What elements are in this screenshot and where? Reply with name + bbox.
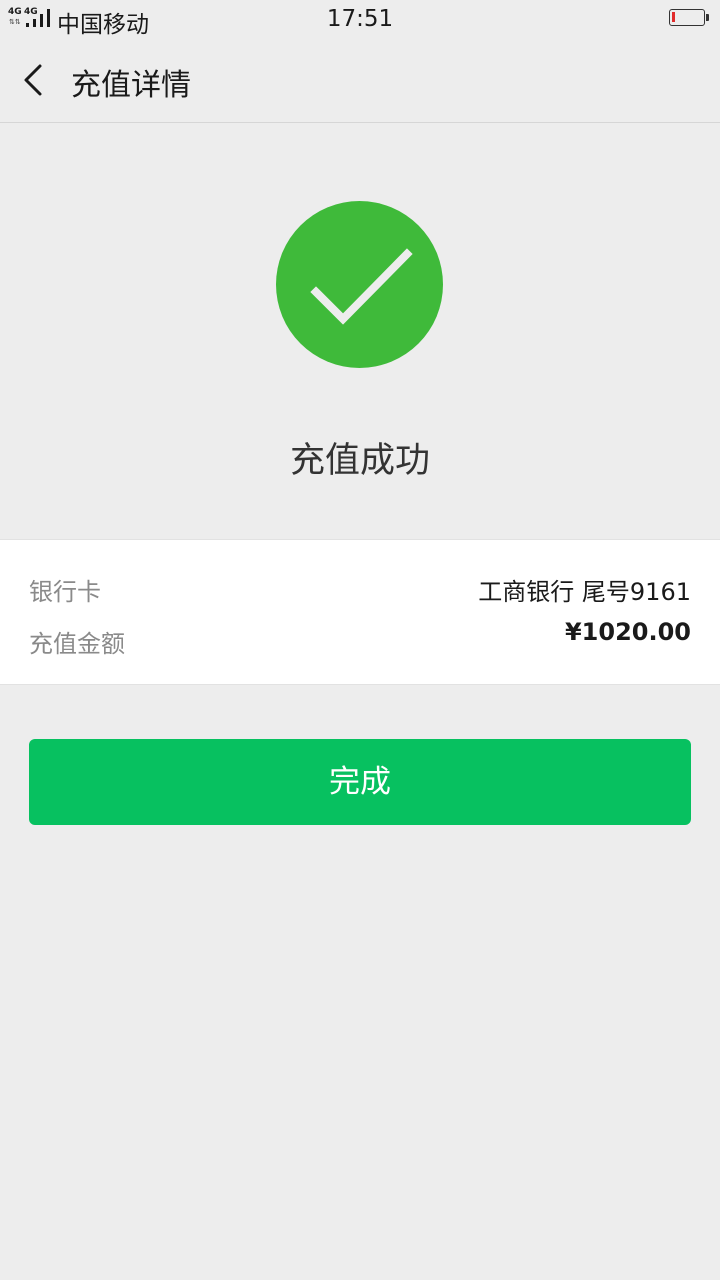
amount-label: 充值金额 [29,630,125,658]
battery-icon [669,9,705,26]
amount-value: ¥1020.00 [564,618,691,646]
battery-level [672,12,675,22]
status-bar: 4G 4G ⇅⇅ 中国移动 17:51 [0,0,720,40]
status-time: 17:51 [326,6,394,32]
bank-label: 银行卡 [29,578,101,606]
nav-bar: 充值详情 [0,40,720,123]
result-title: 充值成功 [289,441,430,481]
checkmark-circle-icon [276,201,443,368]
bank-value: 工商银行 尾号9161 [478,578,691,606]
page-title: 充值详情 [71,68,191,103]
chevron-left-icon [24,64,42,96]
back-button[interactable] [16,58,56,102]
done-button[interactable]: 完成 [29,739,691,825]
details-card: 银行卡 工商银行 尾号9161 充值金额 ¥1020.00 [0,539,720,685]
battery-tip [706,14,709,21]
